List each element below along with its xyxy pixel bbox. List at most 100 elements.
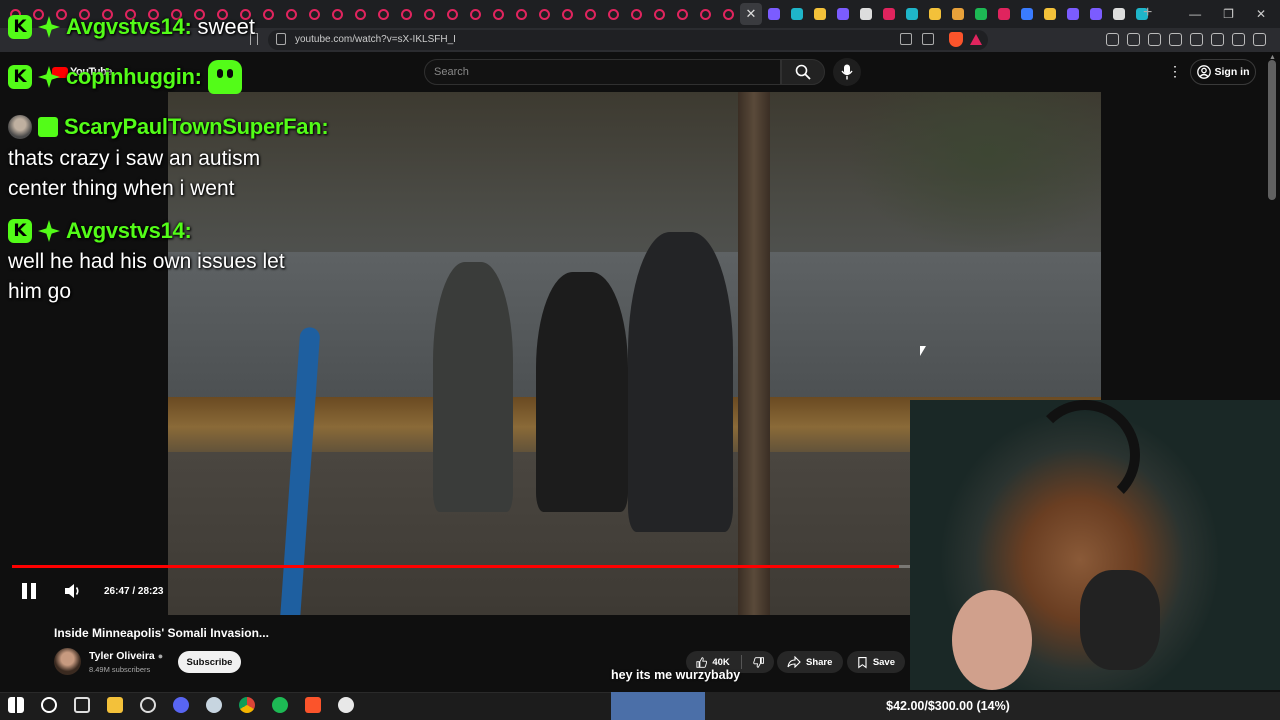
- browser-tab[interactable]: [809, 3, 831, 25]
- windows-start-icon[interactable]: [8, 697, 24, 713]
- minimize-button[interactable]: —: [1189, 7, 1201, 21]
- cast-icon[interactable]: [900, 33, 912, 45]
- wallet-icon[interactable]: [1190, 33, 1203, 46]
- url-text[interactable]: youtube.com/watch?v=sX-IKLSFH_I: [295, 34, 456, 45]
- tab-favicon-icon: [860, 8, 872, 20]
- chat-message: K Avgvstvs14: sweet: [8, 14, 255, 40]
- donation-goal-text: $42.00/$300.00 (14%): [886, 699, 1010, 713]
- screenshot-icon[interactable]: [1127, 33, 1140, 46]
- site-info-icon[interactable]: [276, 33, 286, 45]
- like-icon[interactable]: [696, 656, 708, 669]
- spotify-icon[interactable]: [272, 697, 288, 713]
- brave-rewards-icon[interactable]: [970, 34, 982, 45]
- browser-tab[interactable]: [1016, 3, 1038, 25]
- address-bar-tools: [900, 33, 934, 45]
- browser-tab[interactable]: [947, 3, 969, 25]
- vpn-icon[interactable]: [1232, 33, 1245, 46]
- channel-avatar[interactable]: [54, 648, 81, 675]
- voice-search-button[interactable]: [833, 58, 861, 86]
- new-tab-icon[interactable]: +: [1143, 4, 1152, 22]
- save-button[interactable]: Save: [847, 651, 905, 673]
- dislike-icon[interactable]: [752, 656, 764, 669]
- browser-tab[interactable]: [1108, 3, 1130, 25]
- tab-favicon-icon: [768, 8, 780, 20]
- tab-favicon-icon: [515, 8, 527, 20]
- tab-favicon-icon: [377, 8, 389, 20]
- sign-in-button[interactable]: Sign in: [1190, 59, 1256, 85]
- browser-tab[interactable]: [441, 3, 463, 25]
- chrome-icon[interactable]: [239, 697, 255, 713]
- browser-tab[interactable]: [970, 3, 992, 25]
- pause-icon: [22, 583, 27, 599]
- browser-tab[interactable]: [303, 3, 325, 25]
- sidebar-icon[interactable]: [1169, 33, 1182, 46]
- app-icon[interactable]: [338, 697, 354, 713]
- browser-tab[interactable]: [1039, 3, 1061, 25]
- browser-tab[interactable]: [786, 3, 808, 25]
- channel-name[interactable]: Tyler Oliveira ●: [89, 650, 163, 662]
- file-explorer-icon[interactable]: [107, 697, 123, 713]
- browser-tab[interactable]: [855, 3, 877, 25]
- browser-tab[interactable]: [395, 3, 417, 25]
- tab-favicon-icon: [791, 8, 803, 20]
- browser-tab[interactable]: [1062, 3, 1084, 25]
- like-count[interactable]: 40K: [712, 657, 729, 668]
- taskbar-search-icon[interactable]: [41, 697, 57, 713]
- media-icon[interactable]: [1148, 33, 1161, 46]
- browser-tab[interactable]: [326, 3, 348, 25]
- tab-favicon-icon: [331, 8, 343, 20]
- browser-tab[interactable]: [717, 3, 739, 25]
- volume-icon[interactable]: [64, 583, 82, 599]
- browser-tab[interactable]: [349, 3, 371, 25]
- browser-tab[interactable]: [924, 3, 946, 25]
- steam-icon[interactable]: [206, 697, 222, 713]
- menu-icon[interactable]: [1253, 33, 1266, 46]
- close-tab-icon[interactable]: ✕: [746, 6, 757, 22]
- browser-tab[interactable]: [763, 3, 785, 25]
- task-view-icon[interactable]: [74, 697, 90, 713]
- browser-tab[interactable]: [878, 3, 900, 25]
- browser-tab[interactable]: [832, 3, 854, 25]
- browser-tab[interactable]: [648, 3, 670, 25]
- mouse-cursor-icon: [920, 346, 926, 356]
- settings-menu-icon[interactable]: ⋮: [1168, 64, 1182, 78]
- browser-tab[interactable]: [694, 3, 716, 25]
- chat-username: copinhuggin:: [66, 64, 202, 89]
- verified-badge-icon: ●: [157, 651, 164, 661]
- browser-tab[interactable]: [510, 3, 532, 25]
- webcam-face: [952, 590, 1032, 690]
- browser-tab[interactable]: [556, 3, 578, 25]
- browser-tab[interactable]: [372, 3, 394, 25]
- leo-icon[interactable]: [1211, 33, 1224, 46]
- browser-tab[interactable]: [901, 3, 923, 25]
- subscribe-button[interactable]: Subscribe: [178, 651, 241, 673]
- browser-tab[interactable]: [533, 3, 555, 25]
- browser-tab[interactable]: [464, 3, 486, 25]
- close-window-button[interactable]: ✕: [1256, 7, 1266, 21]
- search-input[interactable]: [424, 59, 781, 85]
- browser-tab[interactable]: [280, 3, 302, 25]
- browser-tab[interactable]: [1085, 3, 1107, 25]
- brave-icon[interactable]: [305, 697, 321, 713]
- video-progress-bar[interactable]: [12, 565, 952, 568]
- browser-tab-active[interactable]: ✕: [740, 3, 762, 25]
- obs-icon[interactable]: [140, 697, 156, 713]
- share-page-icon[interactable]: [922, 33, 934, 45]
- browser-tab[interactable]: [602, 3, 624, 25]
- browser-tab[interactable]: [671, 3, 693, 25]
- browser-tab[interactable]: [579, 3, 601, 25]
- browser-tab[interactable]: [625, 3, 647, 25]
- browser-tab[interactable]: [418, 3, 440, 25]
- brave-shields-icon[interactable]: [949, 32, 963, 47]
- pause-button[interactable]: [22, 583, 38, 599]
- maximize-button[interactable]: ❐: [1223, 7, 1234, 21]
- chat-text: well he had his own issues let him go: [8, 250, 285, 303]
- discord-icon[interactable]: [173, 697, 189, 713]
- search-button[interactable]: [781, 59, 825, 85]
- browser-tab[interactable]: [993, 3, 1015, 25]
- extensions-icon[interactable]: [1106, 33, 1119, 46]
- share-button[interactable]: Share: [777, 651, 843, 673]
- browser-tab[interactable]: [257, 3, 279, 25]
- browser-tab[interactable]: [487, 3, 509, 25]
- page-scrollbar[interactable]: [1268, 60, 1276, 200]
